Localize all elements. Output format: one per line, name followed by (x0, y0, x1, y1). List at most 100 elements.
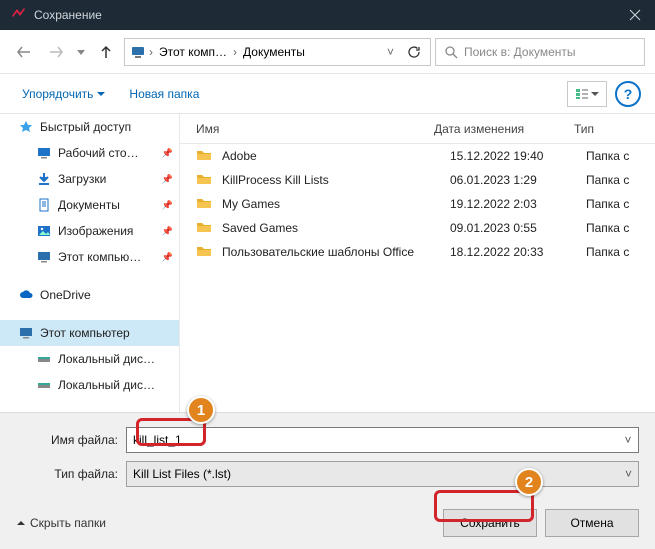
chevron-up-icon (16, 518, 26, 528)
sidebar-quickaccess[interactable]: Быстрый доступ (0, 114, 179, 140)
filename-text[interactable] (127, 433, 618, 447)
pin-icon: 📌 (162, 226, 173, 237)
file-type: Папка с (586, 197, 655, 211)
file-date: 19.12.2022 2:03 (450, 197, 586, 211)
refresh-button[interactable] (402, 38, 426, 66)
sidebar-item-drive[interactable]: Локальный дис… (0, 346, 179, 372)
chevron-right-icon: › (149, 45, 153, 59)
pin-icon: 📌 (162, 252, 173, 263)
chevron-down-icon[interactable]: ˅ (618, 433, 638, 447)
sidebar-item-pictures[interactable]: Изображения 📌 (0, 218, 179, 244)
file-row[interactable]: KillProcess Kill Lists06.01.2023 1:29Пап… (180, 168, 655, 192)
star-icon (18, 119, 34, 135)
pin-icon: 📌 (162, 174, 173, 185)
file-type: Папка с (586, 245, 655, 259)
file-row[interactable]: Adobe15.12.2022 19:40Папка с (180, 144, 655, 168)
nav-history-dropdown[interactable] (74, 38, 88, 66)
sidebar-item-downloads[interactable]: Загрузки 📌 (0, 166, 179, 192)
search-input[interactable]: Поиск в: Документы (435, 38, 645, 66)
sidebar-item-label: Этот компью… (58, 250, 141, 264)
window-title: Сохранение (34, 8, 645, 22)
drive-icon (36, 351, 52, 367)
file-date: 06.01.2023 1:29 (450, 173, 586, 187)
nav-back-button[interactable] (10, 38, 38, 66)
pc-icon (129, 43, 147, 61)
filetype-value: Kill List Files (*.lst) (133, 467, 231, 481)
file-row[interactable]: Пользовательские шаблоны Office18.12.202… (180, 240, 655, 264)
sidebar-item-label: Документы (58, 198, 120, 212)
file-date: 15.12.2022 19:40 (450, 149, 586, 163)
filetype-label: Тип файла: (16, 467, 118, 481)
cloud-icon (18, 287, 34, 303)
chevron-down-icon[interactable]: ˅ (381, 45, 400, 59)
sidebar-item-documents[interactable]: Документы 📌 (0, 192, 179, 218)
file-name: Пользовательские шаблоны Office (222, 245, 450, 259)
file-name: Adobe (222, 149, 450, 163)
save-button[interactable]: Сохранить (443, 509, 537, 537)
breadcrumb-item[interactable]: Этот комп… (155, 45, 231, 59)
file-row[interactable]: Saved Games09.01.2023 0:55Папка с (180, 216, 655, 240)
sidebar-item-label: Загрузки (58, 172, 106, 186)
help-button[interactable]: ? (615, 81, 641, 107)
drive-icon (36, 377, 52, 393)
folder-icon (196, 171, 214, 189)
sidebar-item-label: Быстрый доступ (40, 120, 131, 134)
sidebar-item-thispc-quick[interactable]: Этот компью… 📌 (0, 244, 179, 270)
pin-icon: 📌 (162, 200, 173, 211)
pictures-icon (36, 223, 52, 239)
desktop-icon (36, 145, 52, 161)
sidebar-item-drive[interactable]: Локальный дис… (0, 372, 179, 398)
col-type[interactable]: Тип (570, 122, 655, 136)
nav-up-button[interactable] (92, 38, 120, 66)
cancel-button[interactable]: Отмена (545, 509, 639, 537)
file-date: 09.01.2023 0:55 (450, 221, 586, 235)
hide-folders-link[interactable]: Скрыть папки (16, 516, 106, 530)
folder-icon (196, 147, 214, 165)
window-titlebar: Сохранение (0, 0, 655, 30)
file-type: Папка с (586, 173, 655, 187)
chevron-down-icon: ˅ (625, 467, 632, 481)
column-headers[interactable]: Имя Дата изменения Тип (180, 114, 655, 144)
view-mode-button[interactable] (567, 81, 607, 107)
file-list: Имя Дата изменения Тип Adobe15.12.2022 1… (180, 114, 655, 412)
nav-row: › Этот комп… › Документы ˅ Поиск в: Доку… (0, 30, 655, 74)
folder-icon (196, 219, 214, 237)
filetype-combo[interactable]: Kill List Files (*.lst) ˅ (126, 461, 639, 487)
nav-forward-button[interactable] (42, 38, 70, 66)
search-icon (444, 45, 458, 59)
sidebar-item-desktop[interactable]: Рабочий сто… 📌 (0, 140, 179, 166)
organize-button[interactable]: Упорядочить (14, 83, 113, 105)
address-bar[interactable]: › Этот комп… › Документы ˅ (124, 38, 431, 66)
file-name: Saved Games (222, 221, 450, 235)
sidebar-onedrive[interactable]: OneDrive (0, 282, 179, 308)
filename-label: Имя файла: (16, 433, 118, 447)
sidebar: Быстрый доступ Рабочий сто… 📌 Загрузки 📌… (0, 114, 180, 412)
new-folder-button[interactable]: Новая папка (121, 83, 207, 105)
chevron-right-icon: › (233, 45, 237, 59)
file-type: Папка с (586, 149, 655, 163)
filename-input[interactable]: ˅ (126, 427, 639, 453)
sidebar-thispc[interactable]: Этот компьютер (0, 320, 179, 346)
search-placeholder: Поиск в: Документы (464, 45, 576, 59)
folder-icon (196, 195, 214, 213)
pin-icon: 📌 (162, 148, 173, 159)
sidebar-item-label: Этот компьютер (40, 326, 130, 340)
sidebar-item-label: Локальный дис… (58, 378, 155, 392)
file-row[interactable]: My Games19.12.2022 2:03Папка с (180, 192, 655, 216)
save-form: Имя файла: ˅ Тип файла: Kill List Files … (0, 412, 655, 503)
downloads-icon (36, 171, 52, 187)
sidebar-item-label: Рабочий сто… (58, 146, 139, 160)
documents-icon (36, 197, 52, 213)
close-button[interactable] (615, 0, 655, 30)
file-name: KillProcess Kill Lists (222, 173, 450, 187)
breadcrumb-item[interactable]: Документы (239, 45, 309, 59)
sidebar-item-label: Локальный дис… (58, 352, 155, 366)
col-date[interactable]: Дата изменения (434, 122, 570, 136)
col-name[interactable]: Имя (180, 122, 434, 136)
file-type: Папка с (586, 221, 655, 235)
pc-icon (18, 325, 34, 341)
app-icon (10, 7, 26, 23)
pc-icon (36, 249, 52, 265)
file-date: 18.12.2022 20:33 (450, 245, 586, 259)
file-name: My Games (222, 197, 450, 211)
